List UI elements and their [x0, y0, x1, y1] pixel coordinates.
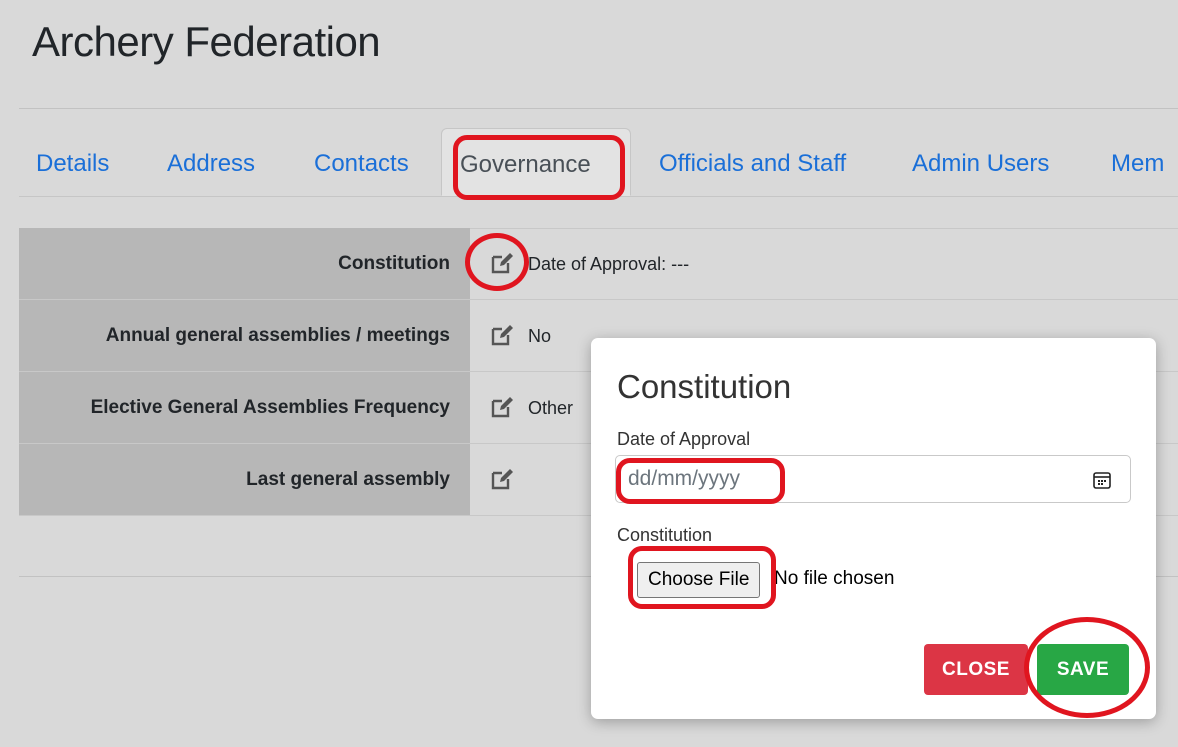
date-of-approval-label: Date of Approval — [617, 429, 751, 449]
row-value: Other — [528, 398, 574, 418]
row-value-cell: Date of Approval: --- — [470, 228, 1178, 299]
page-title: Archery Federation — [32, 18, 381, 65]
tab-officials-and-staff[interactable]: Officials and Staff — [659, 128, 846, 196]
calendar-icon[interactable] — [1092, 470, 1112, 490]
edit-icon[interactable] — [490, 395, 514, 419]
choose-file-button[interactable]: Choose File — [637, 562, 761, 598]
date-of-approval-input[interactable]: dd/mm/yyyy — [615, 455, 1131, 503]
row-value: Date of Approval: --- — [528, 254, 690, 274]
table-row: Constitution Date of Approval: --- — [19, 228, 1178, 300]
row-label: Constitution — [19, 228, 470, 299]
constitution-modal: Constitution Date of Approval dd/mm/yyyy… — [591, 338, 1156, 719]
tab-address[interactable]: Address — [167, 128, 255, 196]
constitution-file-label: Constitution — [617, 525, 713, 545]
tab-governance[interactable]: Governance — [441, 128, 631, 196]
row-label: Elective General Assemblies Frequency — [19, 372, 470, 443]
save-button[interactable]: SAVE — [1037, 644, 1129, 695]
header-divider — [19, 108, 1178, 109]
edit-icon[interactable] — [490, 467, 514, 491]
edit-icon[interactable] — [490, 323, 514, 347]
edit-icon[interactable] — [490, 251, 514, 275]
tab-bar: Details Address Contacts Governance Offi… — [19, 128, 1178, 197]
tab-contacts[interactable]: Contacts — [314, 128, 409, 196]
close-button[interactable]: CLOSE — [924, 644, 1028, 695]
row-label: Annual general assemblies / meetings — [19, 300, 470, 371]
tab-admin-users[interactable]: Admin Users — [912, 128, 1049, 196]
modal-title: Constitution — [617, 368, 792, 405]
tab-details[interactable]: Details — [36, 128, 109, 196]
file-status: No file chosen — [774, 568, 895, 589]
row-label: Last general assembly — [19, 444, 470, 515]
date-placeholder: dd/mm/yyyy — [628, 467, 741, 490]
tab-members[interactable]: Mem — [1111, 128, 1164, 196]
row-value: No — [528, 326, 552, 346]
